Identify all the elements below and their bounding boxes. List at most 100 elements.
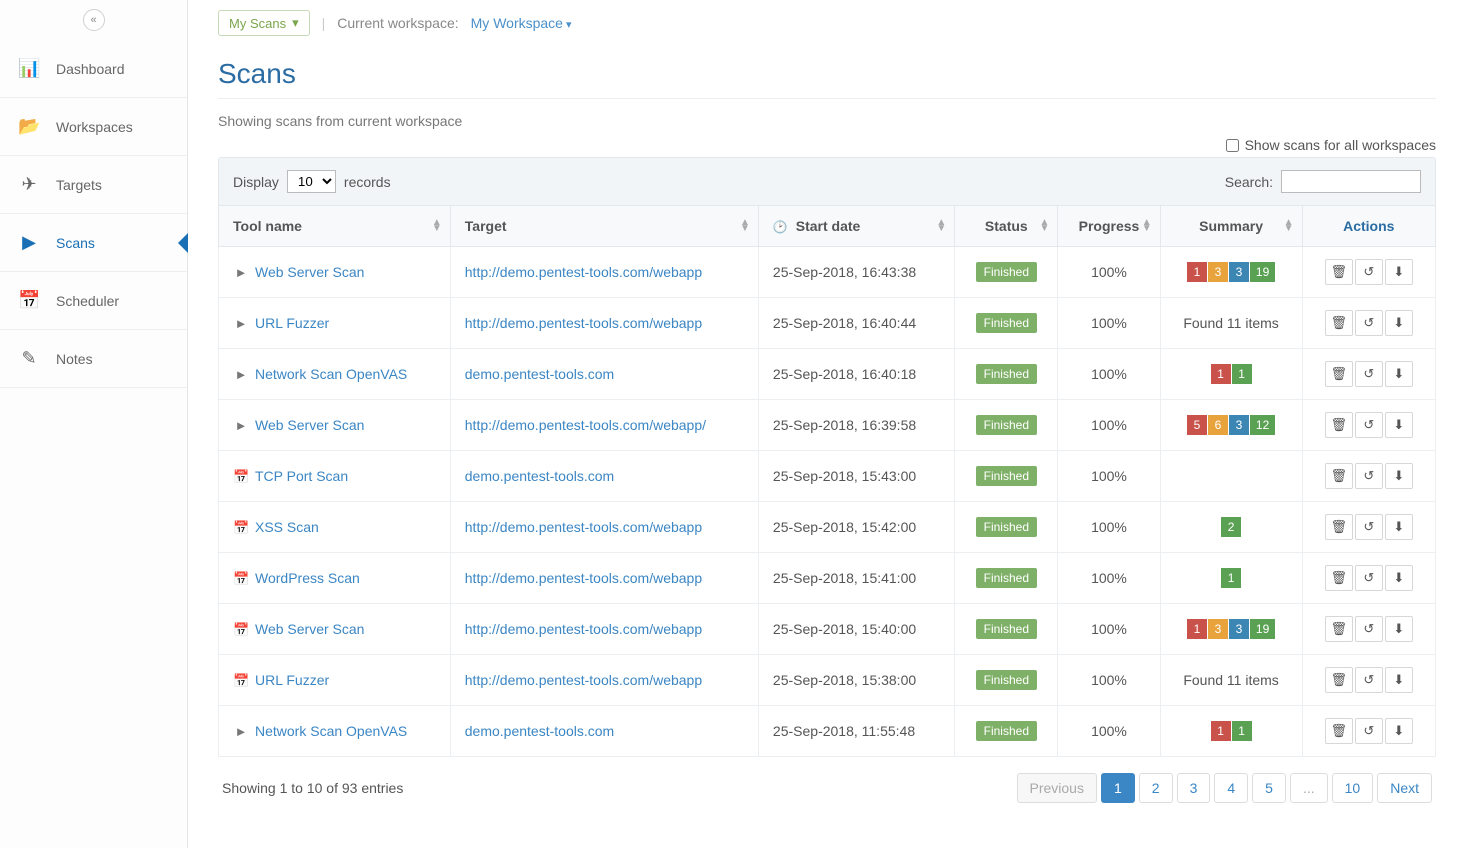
sort-icon: ▲▼ xyxy=(740,220,750,232)
retry-button[interactable]: ↺ xyxy=(1355,565,1383,591)
tool-name-link[interactable]: TCP Port Scan xyxy=(255,468,348,484)
col-tool-name[interactable]: Tool name ▲▼ xyxy=(219,206,451,247)
tool-name-link[interactable]: Web Server Scan xyxy=(255,264,364,280)
delete-button[interactable]: 🗑 xyxy=(1325,616,1353,642)
tool-name-link[interactable]: WordPress Scan xyxy=(255,570,360,586)
col-start-date[interactable]: 🕑 Start date ▲▼ xyxy=(758,206,954,247)
col-progress[interactable]: Progress ▲▼ xyxy=(1058,206,1160,247)
target-link[interactable]: http://demo.pentest-tools.com/webapp/ xyxy=(465,417,706,433)
page-button-next[interactable]: Next xyxy=(1377,773,1432,803)
retry-button[interactable]: ↺ xyxy=(1355,667,1383,693)
start-date: 25-Sep-2018, 15:40:00 xyxy=(758,604,954,655)
page-button-previous[interactable]: Previous xyxy=(1017,773,1097,803)
status-badge: Finished xyxy=(976,364,1037,384)
retry-button[interactable]: ↺ xyxy=(1355,412,1383,438)
download-button[interactable]: ⬇ xyxy=(1385,412,1413,438)
download-button[interactable]: ⬇ xyxy=(1385,565,1413,591)
table-row: ►URL Fuzzerhttp://demo.pentest-tools.com… xyxy=(219,298,1436,349)
table-row: 📅URL Fuzzerhttp://demo.pentest-tools.com… xyxy=(219,655,1436,706)
target-link[interactable]: http://demo.pentest-tools.com/webapp xyxy=(465,621,702,637)
sidebar-item-targets[interactable]: ✈Targets xyxy=(0,156,187,214)
download-button[interactable]: ⬇ xyxy=(1385,667,1413,693)
tool-name-link[interactable]: Web Server Scan xyxy=(255,621,364,637)
target-link[interactable]: demo.pentest-tools.com xyxy=(465,468,614,484)
sidebar-item-dashboard[interactable]: 📊Dashboard xyxy=(0,40,187,98)
download-button[interactable]: ⬇ xyxy=(1385,463,1413,489)
delete-button[interactable]: 🗑 xyxy=(1325,514,1353,540)
col-target[interactable]: Target ▲▼ xyxy=(450,206,758,247)
sidebar-item-label: Dashboard xyxy=(56,61,125,77)
severity-summary: 1 xyxy=(1175,568,1288,588)
delete-button[interactable]: 🗑 xyxy=(1325,463,1353,489)
pagination: Previous12345...10Next xyxy=(1017,773,1433,803)
workspaces-icon: 📂 xyxy=(18,116,40,137)
retry-button[interactable]: ↺ xyxy=(1355,616,1383,642)
download-button[interactable]: ⬇ xyxy=(1385,259,1413,285)
target-link[interactable]: http://demo.pentest-tools.com/webapp xyxy=(465,264,702,280)
targets-icon: ✈ xyxy=(18,174,40,195)
download-button[interactable]: ⬇ xyxy=(1385,310,1413,336)
sidebar-item-scheduler[interactable]: 📅Scheduler xyxy=(0,272,187,330)
retry-button[interactable]: ↺ xyxy=(1355,259,1383,285)
severity-badge: 3 xyxy=(1229,619,1249,639)
target-link[interactable]: http://demo.pentest-tools.com/webapp xyxy=(465,672,702,688)
tool-name-link[interactable]: XSS Scan xyxy=(255,519,319,535)
current-workspace-dropdown[interactable]: My Workspace xyxy=(471,15,572,31)
sidebar-collapse-row: « xyxy=(0,0,187,40)
sidebar-item-notes[interactable]: ✎Notes xyxy=(0,330,187,388)
col-summary[interactable]: Summary ▲▼ xyxy=(1160,206,1302,247)
delete-button[interactable]: 🗑 xyxy=(1325,361,1353,387)
page-button-4[interactable]: 4 xyxy=(1214,773,1248,803)
target-link[interactable]: demo.pentest-tools.com xyxy=(465,723,614,739)
tool-name-link[interactable]: Network Scan OpenVAS xyxy=(255,366,407,382)
target-link[interactable]: demo.pentest-tools.com xyxy=(465,366,614,382)
start-date: 25-Sep-2018, 16:43:38 xyxy=(758,247,954,298)
page-button-2[interactable]: 2 xyxy=(1139,773,1173,803)
download-button[interactable]: ⬇ xyxy=(1385,514,1413,540)
tool-name-link[interactable]: Web Server Scan xyxy=(255,417,364,433)
retry-button[interactable]: ↺ xyxy=(1355,310,1383,336)
tool-name-link[interactable]: URL Fuzzer xyxy=(255,672,329,688)
calendar-icon: 📅 xyxy=(233,520,249,536)
show-all-workspaces-label: Show scans for all workspaces xyxy=(1245,137,1436,153)
page-button-5[interactable]: 5 xyxy=(1252,773,1286,803)
download-button[interactable]: ⬇ xyxy=(1385,616,1413,642)
retry-button[interactable]: ↺ xyxy=(1355,463,1383,489)
page-button-10[interactable]: 10 xyxy=(1332,773,1374,803)
col-status[interactable]: Status ▲▼ xyxy=(955,206,1058,247)
target-link[interactable]: http://demo.pentest-tools.com/webapp xyxy=(465,519,702,535)
delete-button[interactable]: 🗑 xyxy=(1325,718,1353,744)
page-button-3[interactable]: 3 xyxy=(1177,773,1211,803)
main-content: My Scans ▾ | Current workspace: My Works… xyxy=(188,0,1466,848)
download-button[interactable]: ⬇ xyxy=(1385,718,1413,744)
page-size-select[interactable]: 10 xyxy=(287,170,336,193)
tool-name-link[interactable]: Network Scan OpenVAS xyxy=(255,723,407,739)
tool-name-link[interactable]: URL Fuzzer xyxy=(255,315,329,331)
topbar: My Scans ▾ | Current workspace: My Works… xyxy=(218,0,1436,46)
show-all-workspaces-checkbox[interactable] xyxy=(1226,139,1239,152)
target-link[interactable]: http://demo.pentest-tools.com/webapp xyxy=(465,315,702,331)
my-scans-dropdown[interactable]: My Scans ▾ xyxy=(218,10,310,36)
retry-button[interactable]: ↺ xyxy=(1355,514,1383,540)
severity-badge: 12 xyxy=(1250,415,1275,435)
sidebar-item-scans[interactable]: ▶Scans xyxy=(0,214,187,272)
delete-button[interactable]: 🗑 xyxy=(1325,412,1353,438)
sidebar-item-workspaces[interactable]: 📂Workspaces xyxy=(0,98,187,156)
delete-button[interactable]: 🗑 xyxy=(1325,310,1353,336)
delete-button[interactable]: 🗑 xyxy=(1325,259,1353,285)
retry-button[interactable]: ↺ xyxy=(1355,361,1383,387)
target-link[interactable]: http://demo.pentest-tools.com/webapp xyxy=(465,570,702,586)
progress-value: 100% xyxy=(1058,451,1160,502)
retry-button[interactable]: ↺ xyxy=(1355,718,1383,744)
scheduler-icon: 📅 xyxy=(18,290,40,311)
severity-summary: 11 xyxy=(1175,721,1288,741)
calendar-icon: 📅 xyxy=(233,469,249,485)
delete-button[interactable]: 🗑 xyxy=(1325,667,1353,693)
download-button[interactable]: ⬇ xyxy=(1385,361,1413,387)
delete-button[interactable]: 🗑 xyxy=(1325,565,1353,591)
severity-badge: 1 xyxy=(1232,364,1252,384)
start-date: 25-Sep-2018, 11:55:48 xyxy=(758,706,954,757)
search-input[interactable] xyxy=(1281,170,1421,193)
sidebar-collapse-button[interactable]: « xyxy=(83,9,105,31)
page-button-1[interactable]: 1 xyxy=(1101,773,1135,803)
